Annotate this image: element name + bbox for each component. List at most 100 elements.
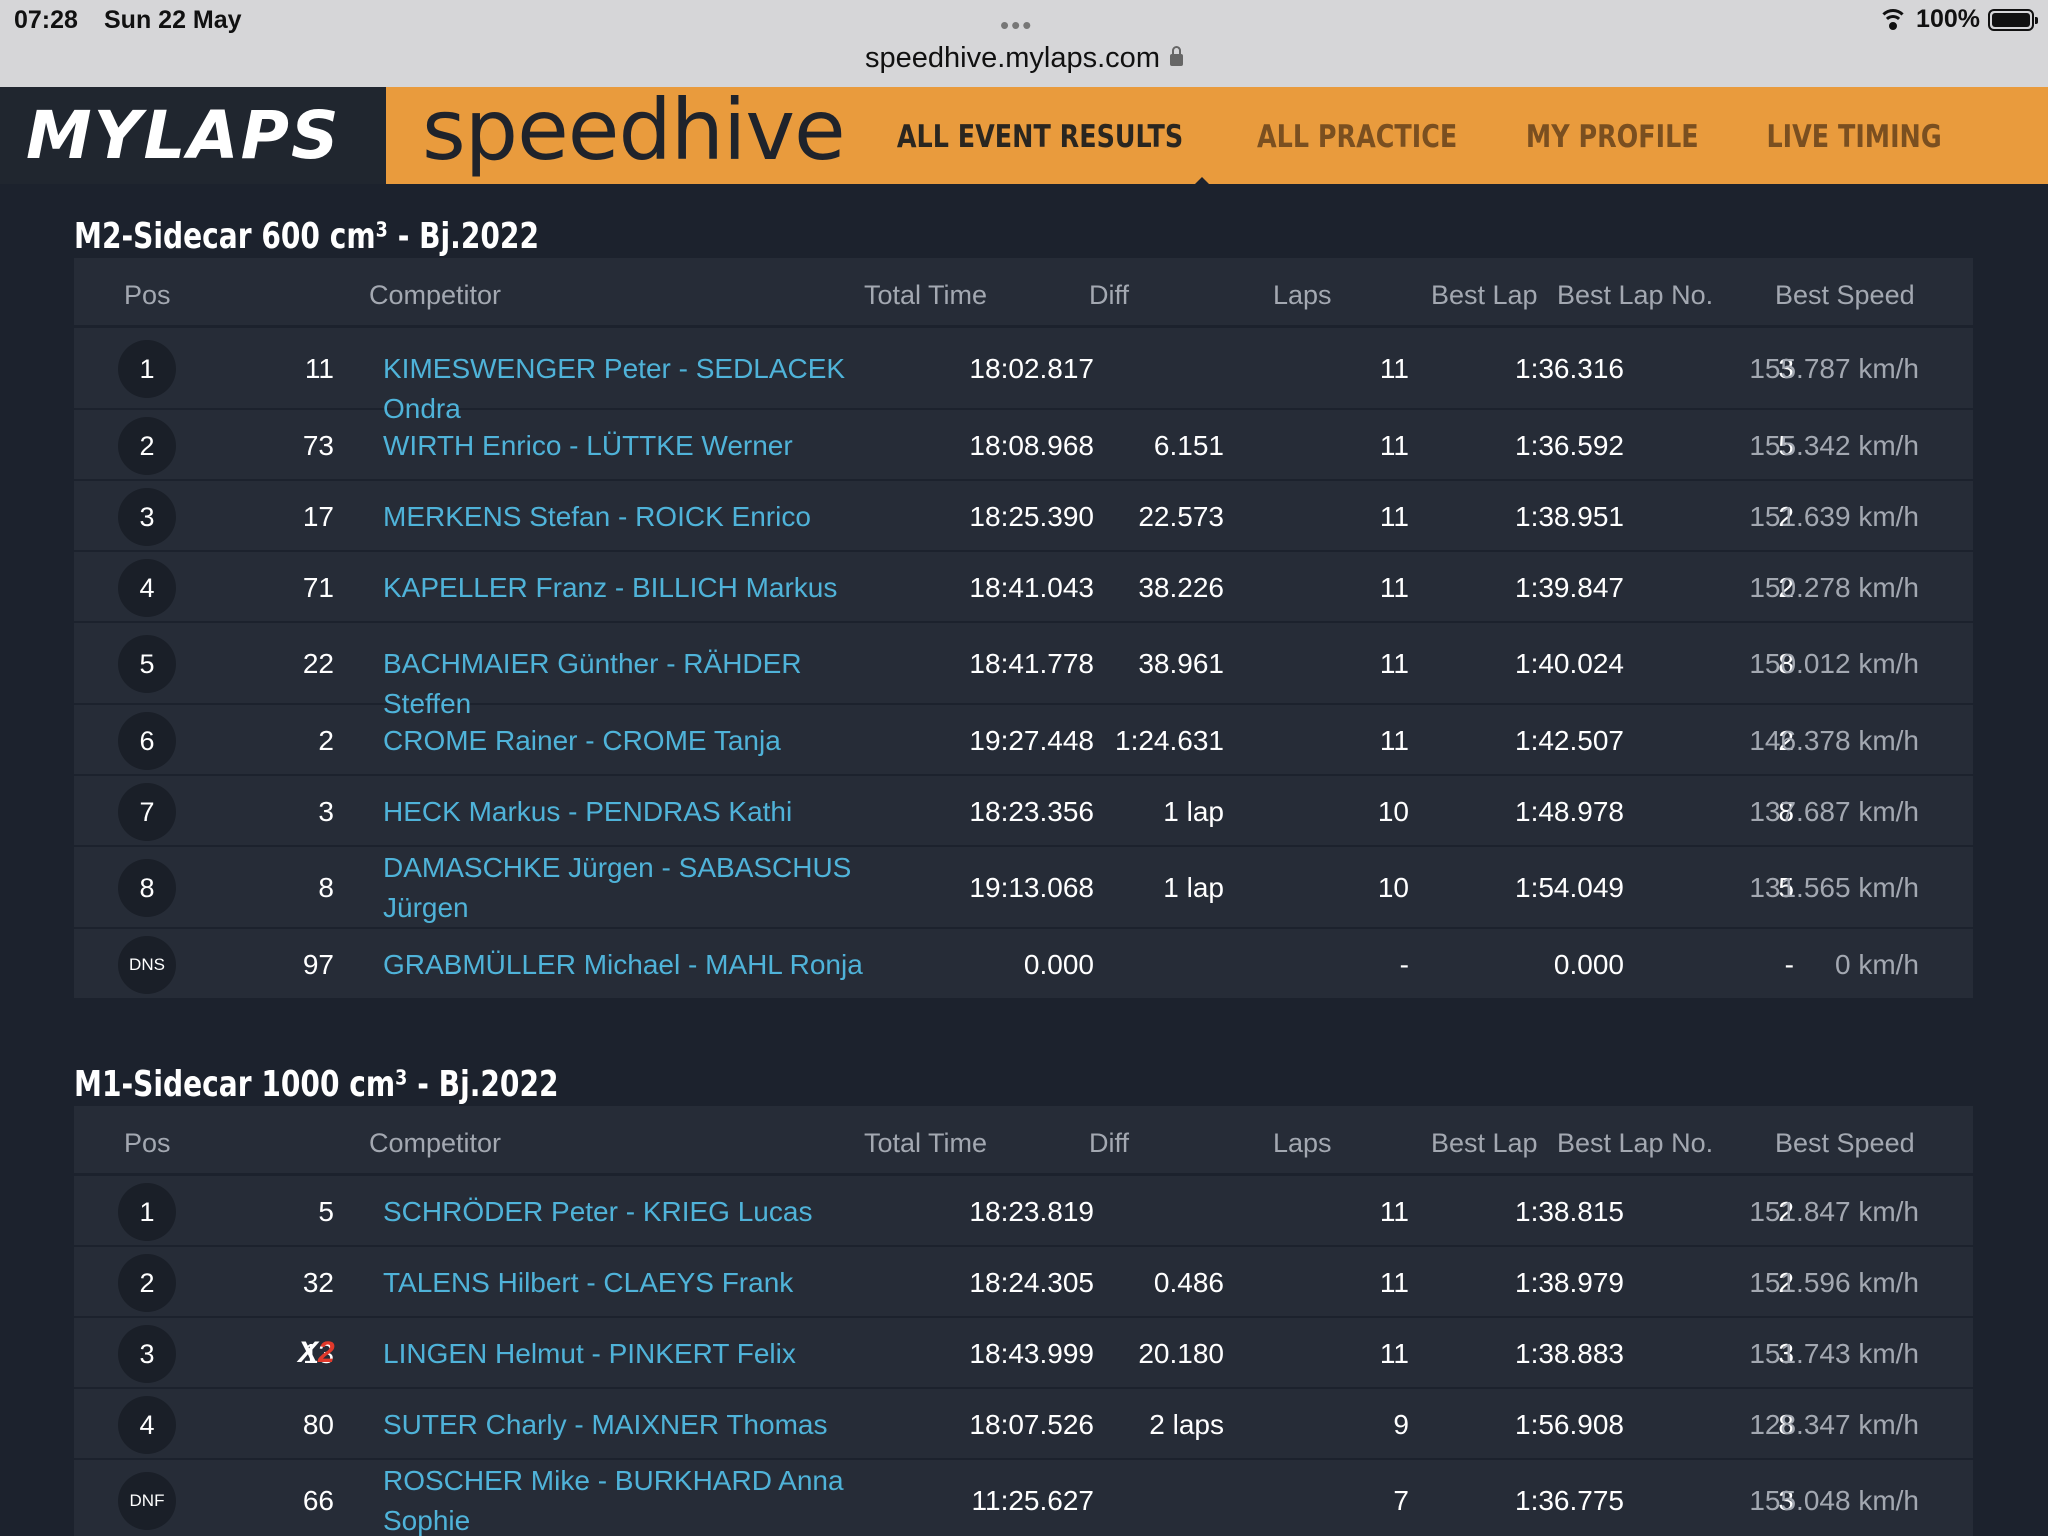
- time-diff: 22.573: [1138, 500, 1224, 532]
- time-diff: 2 laps: [1149, 1408, 1224, 1440]
- x2-letter: X: [298, 1335, 319, 1369]
- url-text: speedhive.mylaps.com: [865, 42, 1160, 74]
- best-lap: 1:38.951: [1515, 500, 1624, 532]
- table-row[interactable]: 5 22 18:41.778 38.961 11 1:40.024 8 150.012 km/…: [74, 623, 1973, 719]
- column-header[interactable]: Best Lap No.: [1557, 1128, 1713, 1159]
- car-number: 71: [302, 571, 334, 603]
- speedhive-logo[interactable]: speedhive: [422, 81, 846, 179]
- table-row[interactable]: 7 3 18:23.356 1 lap 10 1:48.978 8 137.687 km/h H…: [74, 776, 1973, 847]
- table-row[interactable]: 3 13 18:43.999 20.180 11 1:38.883 3 151.743 km/…: [74, 1318, 1973, 1389]
- best-lap: 1:54.049: [1515, 872, 1624, 903]
- car-number: 8: [318, 872, 334, 903]
- status-time: 07:28: [14, 6, 78, 34]
- position-badge: DNF: [118, 1472, 176, 1530]
- table-row[interactable]: 4 80 18:07.526 2 laps 9 1:56.908 8 128.347 km/h…: [74, 1389, 1973, 1460]
- lap-count: 11: [1379, 571, 1409, 603]
- car-number: 73: [302, 429, 334, 461]
- table-header: Pos Competitor Total Time Diff Laps Best Lap B…: [74, 1106, 1973, 1176]
- lap-count: 11: [1379, 1266, 1409, 1298]
- table-row[interactable]: 2 73 18:08.968 6.151 11 1:36.592 5 155.342 km/h…: [74, 410, 1973, 481]
- column-header[interactable]: Pos: [124, 1128, 171, 1159]
- column-header[interactable]: Laps: [1273, 1128, 1332, 1159]
- time-diff: 6.151: [1153, 429, 1224, 461]
- table-row[interactable]: 1 11 18:02.817 11 1:36.316 3 155.787 km/h KIMES…: [74, 328, 1973, 424]
- lap-count: 11: [1379, 1337, 1409, 1369]
- x2-digit: 2: [318, 1335, 335, 1369]
- best-speed: 151.596 km/h: [1749, 1266, 1919, 1298]
- table-row[interactable]: 8 8 19:13.068 1 lap 10 1:54.049 5 131.565 km/h D…: [74, 847, 1973, 929]
- column-header[interactable]: Pos: [124, 280, 171, 311]
- total-time: 18:23.819: [969, 1195, 1094, 1227]
- total-time: 19:27.448: [969, 724, 1094, 756]
- competitor-link[interactable]: SUTER Charly - MAIXNER Thomas: [383, 1405, 883, 1445]
- table-row[interactable]: 2 32 18:24.305 0.486 11 1:38.979 2 151.596 km/h…: [74, 1247, 1973, 1318]
- address-bar[interactable]: speedhive.mylaps.com: [0, 42, 2048, 75]
- total-time: 18:08.968: [969, 429, 1094, 461]
- mylaps-logo[interactable]: MYLAPS: [0, 87, 386, 184]
- competitor-link[interactable]: TALENS Hilbert - CLAEYS Frank: [383, 1263, 883, 1303]
- best-lap: 1:56.908: [1515, 1408, 1624, 1440]
- position-badge: 1: [118, 1182, 176, 1241]
- status-date: Sun 22 May: [104, 6, 242, 34]
- column-header[interactable]: Diff: [1089, 280, 1129, 311]
- table-row[interactable]: DNS 97 0.000-0.000-0 km/h GRABMÜLLER Michae…: [74, 929, 1973, 1000]
- column-header[interactable]: Best Lap: [1431, 280, 1538, 311]
- best-lap: 0.000: [1553, 948, 1624, 980]
- table-row[interactable]: 3 17 18:25.390 22.573 11 1:38.951 2 151.639 km/…: [74, 481, 1973, 552]
- competitor-link[interactable]: KAPELLER Franz - BILLICH Markus: [383, 568, 883, 608]
- car-number: 22: [302, 648, 334, 679]
- column-header[interactable]: Best Speed: [1775, 1128, 1915, 1159]
- nav-all-practice[interactable]: ALL PRACTICE: [1257, 119, 1457, 155]
- table-row[interactable]: 6 2 19:27.448 1:24.631 11 1:42.507 2 146.378 km…: [74, 705, 1973, 776]
- competitor-link[interactable]: WIRTH Enrico - LÜTTKE Werner: [383, 426, 883, 466]
- position-badge: 2: [118, 1253, 176, 1312]
- column-header[interactable]: Best Lap No.: [1557, 280, 1713, 311]
- nav-all-event-results[interactable]: ALL EVENT RESULTS: [897, 119, 1183, 155]
- competitor-link[interactable]: LINGEN Helmut - PINKERT Felix: [383, 1334, 883, 1374]
- column-header[interactable]: Laps: [1273, 280, 1332, 311]
- car-number: 17: [302, 500, 334, 532]
- best-speed: 150.012 km/h: [1749, 648, 1919, 679]
- table-row[interactable]: 4 71 18:41.043 38.226 11 1:39.847 2 150.278 km/…: [74, 552, 1973, 623]
- table-row[interactable]: DNF 66 11:25.627 7 1:36.775 3 155.048 km/h ROSC…: [74, 1460, 1973, 1536]
- competitor-link[interactable]: HECK Markus - PENDRAS Kathi: [383, 792, 883, 832]
- position-badge: 4: [118, 558, 176, 617]
- column-header[interactable]: Best Speed: [1775, 280, 1915, 311]
- competitor-link[interactable]: MERKENS Stefan - ROICK Enrico: [383, 497, 883, 537]
- column-header[interactable]: Total Time: [864, 280, 987, 311]
- best-lap: 1:36.775: [1515, 1485, 1624, 1516]
- best-speed: 155.342 km/h: [1749, 429, 1919, 461]
- time-diff: 0.486: [1153, 1266, 1224, 1298]
- best-lap: 1:39.847: [1515, 571, 1624, 603]
- lap-count: 10: [1377, 795, 1409, 827]
- car-number: 80: [302, 1408, 334, 1440]
- lap-count: 7: [1393, 1485, 1409, 1516]
- competitor-link[interactable]: SCHRÖDER Peter - KRIEG Lucas: [383, 1192, 883, 1232]
- table-header: Pos Competitor Total Time Diff Laps Best Lap B…: [74, 258, 1973, 328]
- position-badge: 3: [118, 1324, 176, 1383]
- column-header[interactable]: Diff: [1089, 1128, 1129, 1159]
- best-speed: 151.847 km/h: [1749, 1195, 1919, 1227]
- lap-count: 11: [1379, 500, 1409, 532]
- nav-my-profile[interactable]: MY PROFILE: [1526, 119, 1699, 155]
- competitor-link[interactable]: ROSCHER Mike - BURKHARD Anna Sophie: [383, 1461, 883, 1536]
- nav-live-timing[interactable]: LIVE TIMING: [1767, 119, 1942, 155]
- wifi-icon: [1878, 8, 1909, 31]
- competitor-link[interactable]: CROME Rainer - CROME Tanja: [383, 721, 883, 761]
- column-header[interactable]: Best Lap: [1431, 1128, 1538, 1159]
- competitor-link[interactable]: DAMASCHKE Jürgen - SABASCHUS Jürgen: [383, 848, 883, 928]
- competitor-link[interactable]: GRABMÜLLER Michael - MAHL Ronja: [383, 945, 883, 985]
- best-lap: 1:36.592: [1515, 429, 1624, 461]
- status-bar: 07:28 Sun 22 May ••• speedhive.mylaps.co…: [0, 0, 2048, 87]
- column-header[interactable]: Competitor: [369, 1128, 501, 1159]
- column-header[interactable]: Total Time: [864, 1128, 987, 1159]
- column-header[interactable]: Competitor: [369, 280, 501, 311]
- table-row[interactable]: 1 5 18:23.819 11 1:38.815 2 151.847 km/h SCHRÖD…: [74, 1176, 1973, 1247]
- more-dots-icon[interactable]: •••: [1000, 10, 1033, 41]
- position-badge: 5: [118, 635, 176, 693]
- car-number: 32: [302, 1266, 334, 1298]
- position-badge: 7: [118, 782, 176, 841]
- total-time: 18:41.778: [969, 648, 1094, 679]
- lap-count: -: [1399, 948, 1409, 980]
- total-time: 18:23.356: [969, 795, 1094, 827]
